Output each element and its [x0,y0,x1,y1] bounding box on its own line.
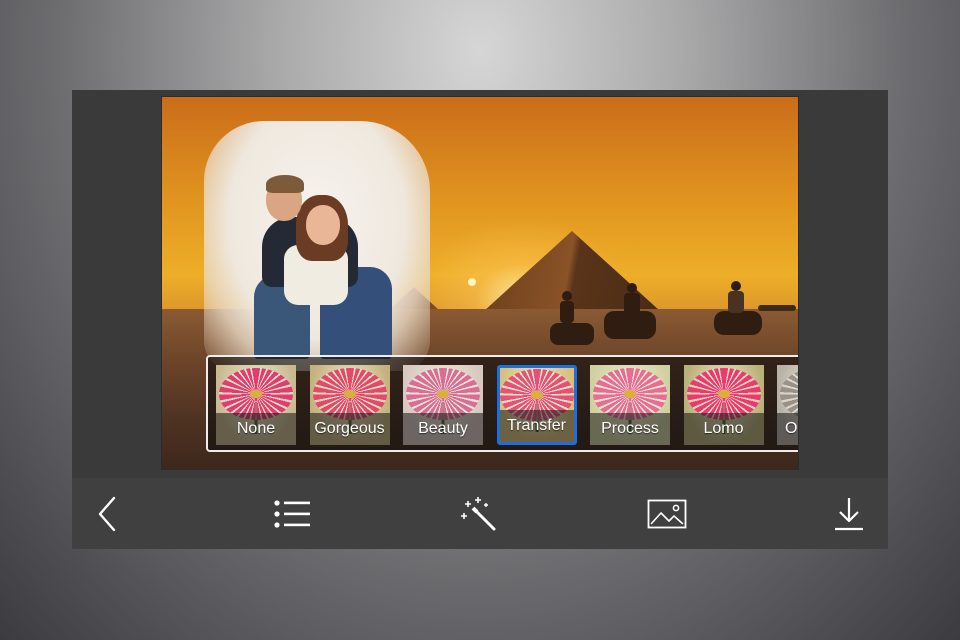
rider-silhouette [714,311,762,335]
bottom-toolbar [72,478,888,549]
filter-label: Beauty [418,420,468,437]
rider-silhouette [624,293,640,317]
download-button[interactable] [814,478,884,549]
rider-silhouette [562,291,572,301]
image-icon [647,499,687,528]
download-icon [835,497,863,530]
flower-core [437,389,449,398]
rider-silhouette [627,283,637,293]
flower-core [250,389,262,398]
flower-core [624,389,636,398]
magic-wand-icon [461,496,496,530]
filter-label: Transfer [507,417,566,434]
flower-core [717,389,730,398]
filter-label: Gorgeous [314,420,385,437]
couple-photo [306,205,340,245]
rider-silhouette [560,301,574,323]
rider-silhouette [728,291,744,313]
filter-option-beauty[interactable]: Beauty [403,365,483,445]
chevron-left-icon [98,496,116,531]
editor-panel: None Gorgeous Beauty Transfer Process Lomo Old… [72,90,888,549]
filter-strip[interactable]: None Gorgeous Beauty Transfer Process Lomo Old… [206,355,798,452]
back-button[interactable] [74,478,144,549]
sun [468,278,476,286]
flower-core [530,390,543,399]
filter-label: Lomo [703,420,744,437]
menu-button[interactable] [258,478,328,549]
filter-option-old-time[interactable]: Old Time [777,365,798,445]
flower-core [343,389,356,398]
filter-label: Process [601,420,659,437]
rider-silhouette [731,281,741,291]
filter-option-process[interactable]: Process [590,365,670,445]
couple-photo [266,175,304,193]
photo-canvas[interactable]: None Gorgeous Beauty Transfer Process Lomo Old… [162,97,798,469]
filter-option-gorgeous[interactable]: Gorgeous [309,365,390,445]
filter-option-none[interactable]: None [216,365,296,445]
filter-option-transfer[interactable]: Transfer [496,365,577,445]
flower-icon [780,367,798,420]
filter-option-lomo[interactable]: Lomo [683,365,764,445]
list-icon [274,499,310,528]
gallery-button[interactable] [632,478,702,549]
magic-wand-button[interactable] [444,478,514,549]
rider-silhouette [550,323,594,345]
filter-label: None [236,420,276,437]
distant-caravan [758,305,796,311]
filter-label: Old Time [784,420,798,437]
